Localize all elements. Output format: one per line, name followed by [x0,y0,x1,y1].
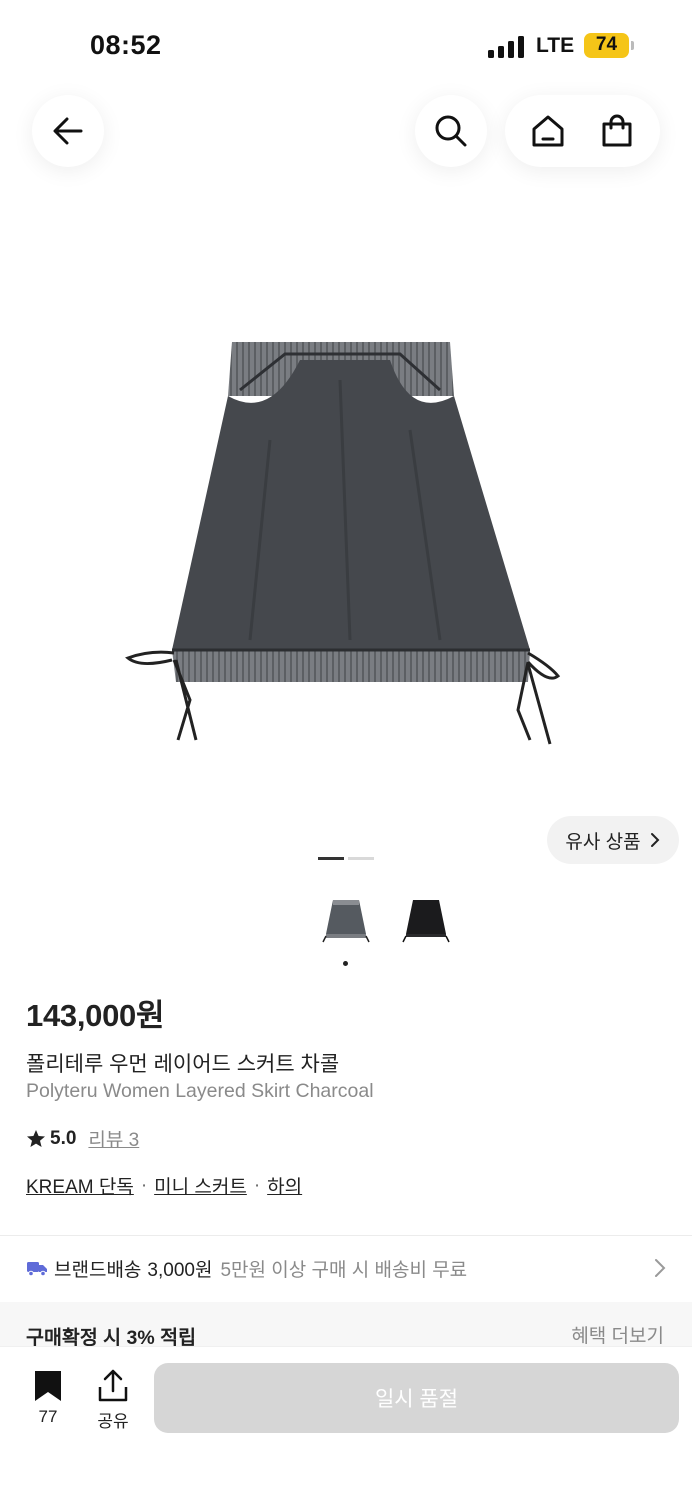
cart-button[interactable] [592,106,642,156]
share-label: 공유 [97,1412,129,1431]
similar-products-button[interactable]: 유사 상품 [547,816,679,864]
star-icon [27,1129,45,1147]
chevron-right-icon [655,1259,666,1277]
share-button[interactable]: 공유 [92,1369,134,1439]
shipping-description: 5만원 이상 구매 시 배송비 무료 [220,1259,468,1281]
review-link[interactable]: 리뷰 3 [88,1125,139,1152]
share-icon [98,1369,128,1402]
shipping-fee: 3,000원 [147,1259,213,1281]
rating-row: 5.0 리뷰 3 [26,1125,139,1152]
product-image[interactable] [110,320,580,770]
signal-icon [488,36,524,58]
bookmark-count: 77 [38,1407,58,1426]
image-pager [318,857,374,861]
truck-icon [27,1262,47,1277]
battery-icon: 74 [584,33,634,58]
benefit-more-link[interactable]: 혜택 더보기 [571,1321,664,1348]
arrow-left-icon [53,117,83,145]
chevron-right-icon [650,833,660,847]
rating-score: 5.0 [50,1127,77,1149]
thumbnail-indicator [343,961,348,966]
thumbnail-black[interactable] [398,890,454,946]
status-time: 08:52 [90,30,162,60]
shipping-label: 브랜드배송 [54,1259,142,1281]
tag-separator: · [253,1174,261,1196]
pager-inactive [348,857,374,860]
tag-separator: · [140,1174,148,1196]
back-button[interactable] [32,95,104,167]
home-button[interactable] [523,106,573,156]
thumbnail-list [318,890,458,950]
shipping-row[interactable]: 브랜드배송 3,000원 5만원 이상 구매 시 배송비 무료 [0,1236,692,1300]
product-price: 143,000원 [26,998,165,1033]
similar-products-label: 유사 상품 [565,831,641,853]
search-button[interactable] [415,95,487,167]
battery-level: 74 [595,34,618,55]
bottom-action-bar: 77 공유 일시 품절 [0,1346,692,1500]
tag-bottoms[interactable]: 하의 [267,1172,302,1199]
soldout-button[interactable]: 일시 품절 [154,1363,679,1433]
benefit-row[interactable]: 구매확정 시 3% 적립 혜택 더보기 [0,1302,692,1352]
shopping-bag-icon [602,114,632,147]
skirt-illustration [125,342,561,745]
thumbnail-gray[interactable] [318,890,374,946]
pager-active [318,857,344,860]
product-title-english: Polyteru Women Layered Skirt Charcoal [26,1080,374,1102]
network-type: LTE [536,34,575,57]
tag-kream-exclusive[interactable]: KREAM 단독 [26,1172,134,1199]
product-title-korean: 폴리테루 우먼 레이어드 스커트 차콜 [26,1053,340,1076]
home-icon [532,115,564,147]
bookmark-icon [35,1371,61,1401]
bookmark-button[interactable]: 77 [28,1369,68,1439]
product-tags: KREAM 단독 · 미니 스커트 · 하의 [26,1172,302,1199]
tag-mini-skirt[interactable]: 미니 스커트 [154,1172,247,1199]
home-cart-group [505,95,660,167]
status-bar: 08:52 LTE 74 [0,0,692,90]
search-icon [435,115,467,147]
